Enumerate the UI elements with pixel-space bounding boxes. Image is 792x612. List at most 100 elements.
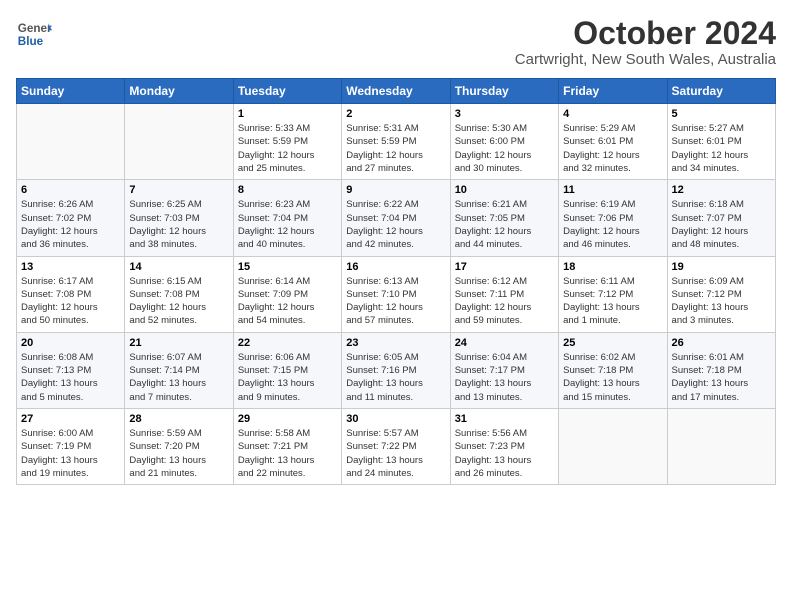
day-cell: 5 Sunrise: 5:27 AM Sunset: 6:01 PM Daylig… <box>667 104 775 180</box>
day-number: 17 <box>455 261 554 273</box>
day-info: Sunrise: 5:57 AM Sunset: 7:22 PM Dayligh… <box>346 427 445 480</box>
header-row: SundayMondayTuesdayWednesdayThursdayFrid… <box>17 79 776 104</box>
day-cell: 25Sunrise: 6:02 AM Sunset: 7:18 PM Dayli… <box>559 332 667 408</box>
day-cell: 31 Sunrise: 5:56 AM Sunset: 7:23 PM Dayli… <box>450 408 558 484</box>
day-cell: 28 Sunrise: 5:59 AM Sunset: 7:20 PM Dayli… <box>125 408 233 484</box>
day-info: Sunrise: 6:09 AM Sunset: 7:12 PM Dayligh… <box>672 275 771 328</box>
day-info: Sunrise: 6:12 AM Sunset: 7:11 PM Dayligh… <box>455 275 554 328</box>
header-saturday: Saturday <box>667 79 775 104</box>
day-cell: 14 Sunrise: 6:15 AM Sunset: 7:08 PM Dayli… <box>125 256 233 332</box>
day-cell: 23 Sunrise: 6:05 AM Sunset: 7:16 PM Dayli… <box>342 332 450 408</box>
day-number: 24 <box>455 337 554 349</box>
day-info: Sunrise: 6:01 AM Sunset: 7:18 PM Dayligh… <box>672 351 771 404</box>
day-info: Sunrise: 5:30 AM Sunset: 6:00 PM Dayligh… <box>455 122 554 175</box>
day-cell: 6 Sunrise: 6:26 AM Sunset: 7:02 PM Daylig… <box>17 180 125 256</box>
svg-text:General: General <box>18 22 52 35</box>
day-info: Sunrise: 6:07 AM Sunset: 7:14 PM Dayligh… <box>129 351 228 404</box>
logo-icon: General Blue <box>16 16 52 52</box>
day-cell: 1 Sunrise: 5:33 AM Sunset: 5:59 PM Daylig… <box>233 104 341 180</box>
day-cell: 2 Sunrise: 5:31 AM Sunset: 5:59 PM Daylig… <box>342 104 450 180</box>
day-cell <box>17 104 125 180</box>
day-info: Sunrise: 6:13 AM Sunset: 7:10 PM Dayligh… <box>346 275 445 328</box>
day-info: Sunrise: 6:26 AM Sunset: 7:02 PM Dayligh… <box>21 198 120 251</box>
day-cell: 30 Sunrise: 5:57 AM Sunset: 7:22 PM Dayli… <box>342 408 450 484</box>
day-info: Sunrise: 6:21 AM Sunset: 7:05 PM Dayligh… <box>455 198 554 251</box>
month-title: October 2024 <box>515 16 776 51</box>
day-cell: 26 Sunrise: 6:01 AM Sunset: 7:18 PM Dayli… <box>667 332 775 408</box>
header-thursday: Thursday <box>450 79 558 104</box>
day-number: 22 <box>238 337 337 349</box>
day-info: Sunrise: 6:05 AM Sunset: 7:16 PM Dayligh… <box>346 351 445 404</box>
day-cell: 18Sunrise: 6:11 AM Sunset: 7:12 PM Dayli… <box>559 256 667 332</box>
day-cell <box>125 104 233 180</box>
day-cell: 20 Sunrise: 6:08 AM Sunset: 7:13 PM Dayli… <box>17 332 125 408</box>
day-number: 19 <box>672 261 771 273</box>
day-info: Sunrise: 5:31 AM Sunset: 5:59 PM Dayligh… <box>346 122 445 175</box>
day-number: 8 <box>238 184 337 196</box>
week-row-5: 27 Sunrise: 6:00 AM Sunset: 7:19 PM Dayli… <box>17 408 776 484</box>
day-number: 21 <box>129 337 228 349</box>
day-number: 31 <box>455 413 554 425</box>
day-number: 28 <box>129 413 228 425</box>
day-cell: 7Sunrise: 6:25 AM Sunset: 7:03 PM Daylig… <box>125 180 233 256</box>
day-info: Sunrise: 6:00 AM Sunset: 7:19 PM Dayligh… <box>21 427 120 480</box>
day-cell: 21 Sunrise: 6:07 AM Sunset: 7:14 PM Dayli… <box>125 332 233 408</box>
day-cell: 19 Sunrise: 6:09 AM Sunset: 7:12 PM Dayli… <box>667 256 775 332</box>
week-row-4: 20 Sunrise: 6:08 AM Sunset: 7:13 PM Dayli… <box>17 332 776 408</box>
day-number: 15 <box>238 261 337 273</box>
header-tuesday: Tuesday <box>233 79 341 104</box>
day-info: Sunrise: 6:02 AM Sunset: 7:18 PM Dayligh… <box>563 351 662 404</box>
day-number: 12 <box>672 184 771 196</box>
day-number: 10 <box>455 184 554 196</box>
day-cell: 27 Sunrise: 6:00 AM Sunset: 7:19 PM Dayli… <box>17 408 125 484</box>
day-number: 29 <box>238 413 337 425</box>
day-info: Sunrise: 5:27 AM Sunset: 6:01 PM Dayligh… <box>672 122 771 175</box>
day-cell: 24Sunrise: 6:04 AM Sunset: 7:17 PM Dayli… <box>450 332 558 408</box>
day-cell: 9Sunrise: 6:22 AM Sunset: 7:04 PM Daylig… <box>342 180 450 256</box>
day-cell <box>667 408 775 484</box>
week-row-2: 6 Sunrise: 6:26 AM Sunset: 7:02 PM Daylig… <box>17 180 776 256</box>
day-number: 23 <box>346 337 445 349</box>
page-header: General Blue October 2024 Cartwright, Ne… <box>16 16 776 68</box>
day-number: 1 <box>238 108 337 120</box>
day-info: Sunrise: 6:22 AM Sunset: 7:04 PM Dayligh… <box>346 198 445 251</box>
day-number: 27 <box>21 413 120 425</box>
day-info: Sunrise: 6:23 AM Sunset: 7:04 PM Dayligh… <box>238 198 337 251</box>
day-cell: 22 Sunrise: 6:06 AM Sunset: 7:15 PM Dayli… <box>233 332 341 408</box>
week-row-1: 1 Sunrise: 5:33 AM Sunset: 5:59 PM Daylig… <box>17 104 776 180</box>
day-info: Sunrise: 6:25 AM Sunset: 7:03 PM Dayligh… <box>129 198 228 251</box>
day-number: 11 <box>563 184 662 196</box>
day-cell: 13Sunrise: 6:17 AM Sunset: 7:08 PM Dayli… <box>17 256 125 332</box>
day-number: 5 <box>672 108 771 120</box>
day-number: 2 <box>346 108 445 120</box>
day-info: Sunrise: 6:19 AM Sunset: 7:06 PM Dayligh… <box>563 198 662 251</box>
day-info: Sunrise: 6:15 AM Sunset: 7:08 PM Dayligh… <box>129 275 228 328</box>
day-number: 20 <box>21 337 120 349</box>
week-row-3: 13Sunrise: 6:17 AM Sunset: 7:08 PM Dayli… <box>17 256 776 332</box>
day-info: Sunrise: 5:59 AM Sunset: 7:20 PM Dayligh… <box>129 427 228 480</box>
header-sunday: Sunday <box>17 79 125 104</box>
day-cell: 16Sunrise: 6:13 AM Sunset: 7:10 PM Dayli… <box>342 256 450 332</box>
day-cell: 17 Sunrise: 6:12 AM Sunset: 7:11 PM Dayli… <box>450 256 558 332</box>
day-number: 6 <box>21 184 120 196</box>
day-info: Sunrise: 5:56 AM Sunset: 7:23 PM Dayligh… <box>455 427 554 480</box>
day-number: 14 <box>129 261 228 273</box>
day-cell: 10 Sunrise: 6:21 AM Sunset: 7:05 PM Dayli… <box>450 180 558 256</box>
svg-text:Blue: Blue <box>18 35 44 48</box>
day-number: 4 <box>563 108 662 120</box>
day-info: Sunrise: 6:06 AM Sunset: 7:15 PM Dayligh… <box>238 351 337 404</box>
day-cell: 3Sunrise: 5:30 AM Sunset: 6:00 PM Daylig… <box>450 104 558 180</box>
day-info: Sunrise: 6:17 AM Sunset: 7:08 PM Dayligh… <box>21 275 120 328</box>
day-cell: 4 Sunrise: 5:29 AM Sunset: 6:01 PM Daylig… <box>559 104 667 180</box>
day-info: Sunrise: 6:11 AM Sunset: 7:12 PM Dayligh… <box>563 275 662 328</box>
day-cell: 29 Sunrise: 5:58 AM Sunset: 7:21 PM Dayli… <box>233 408 341 484</box>
calendar-table: SundayMondayTuesdayWednesdayThursdayFrid… <box>16 78 776 485</box>
day-number: 30 <box>346 413 445 425</box>
day-cell: 12Sunrise: 6:18 AM Sunset: 7:07 PM Dayli… <box>667 180 775 256</box>
day-cell: 15Sunrise: 6:14 AM Sunset: 7:09 PM Dayli… <box>233 256 341 332</box>
day-number: 26 <box>672 337 771 349</box>
day-info: Sunrise: 5:29 AM Sunset: 6:01 PM Dayligh… <box>563 122 662 175</box>
day-info: Sunrise: 5:58 AM Sunset: 7:21 PM Dayligh… <box>238 427 337 480</box>
day-info: Sunrise: 6:08 AM Sunset: 7:13 PM Dayligh… <box>21 351 120 404</box>
day-info: Sunrise: 5:33 AM Sunset: 5:59 PM Dayligh… <box>238 122 337 175</box>
